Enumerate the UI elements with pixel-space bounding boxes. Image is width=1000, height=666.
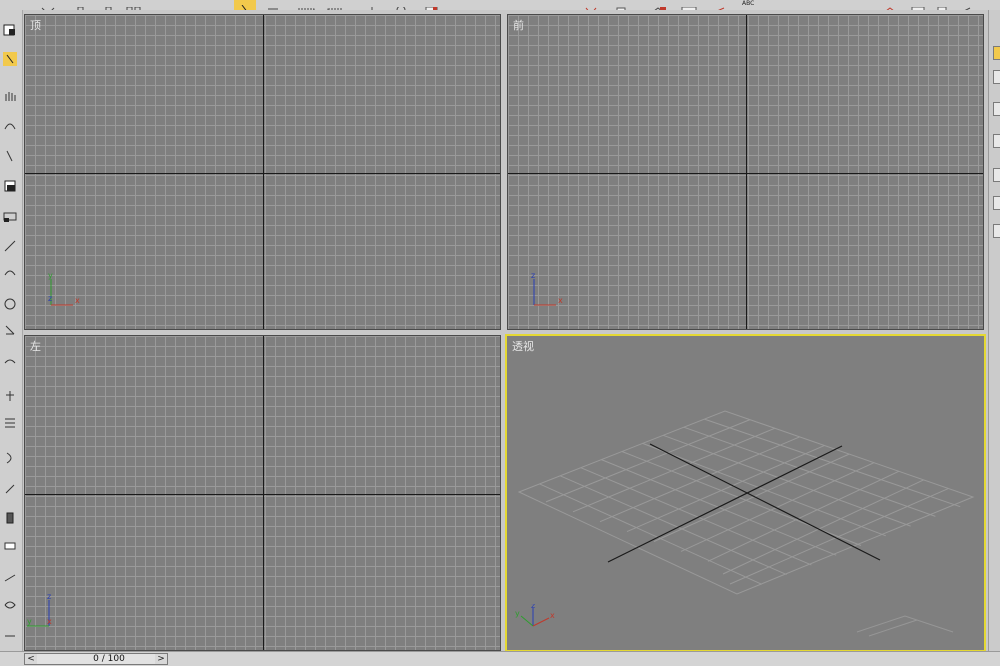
- smooth-icon[interactable]: [3, 596, 17, 609]
- helper-icon[interactable]: [3, 264, 17, 276]
- gizmo-z-label: z: [48, 294, 52, 303]
- scale-icon[interactable]: [424, 0, 440, 10]
- panel-tab-4[interactable]: [993, 134, 1000, 148]
- time-slider-frame[interactable]: 0 / 100: [61, 654, 157, 664]
- viewport-front[interactable]: 前 z x: [507, 14, 984, 330]
- axis-tripod: z x: [531, 271, 563, 306]
- gizmo-z-label: z: [531, 271, 535, 280]
- rotate-icon[interactable]: [394, 0, 408, 10]
- align-icon[interactable]: [614, 0, 628, 10]
- panel-tab-5[interactable]: [993, 168, 1000, 182]
- panel-tab-2[interactable]: [993, 70, 1000, 84]
- gizmo-x-label: x: [75, 296, 80, 305]
- pencil-icon[interactable]: [3, 510, 17, 524]
- left-tool-column: [0, 10, 23, 651]
- time-slider-next-button[interactable]: >: [155, 654, 167, 664]
- viewport-left[interactable]: 左 z y x: [24, 335, 501, 651]
- eraser-icon[interactable]: [3, 538, 17, 550]
- home-grid-y-axis: [263, 15, 264, 329]
- viewport-perspective[interactable]: 透视 z x y: [505, 334, 986, 652]
- command-panel-edge: [988, 10, 1000, 651]
- viewport-label-top[interactable]: 顶: [30, 17, 41, 33]
- utilities-icon[interactable]: [3, 450, 17, 464]
- box-icon[interactable]: [3, 22, 17, 36]
- gizmo-y-label: y: [27, 617, 32, 626]
- perspective-home-grid: [517, 410, 975, 637]
- gizmo-z-label: z: [47, 592, 51, 601]
- panel-tab-1[interactable]: [993, 46, 1000, 60]
- gizmo-y-label: y: [48, 271, 53, 280]
- panel-tab-7[interactable]: [993, 224, 1000, 238]
- move-icon[interactable]: [366, 0, 378, 10]
- display-icon[interactable]: [3, 414, 17, 428]
- link-icon[interactable]: [76, 0, 86, 10]
- light-icon[interactable]: [3, 238, 17, 252]
- hierarchy-icon[interactable]: [3, 354, 17, 366]
- toolbar-text-badge: ABC: [742, 0, 755, 7]
- gizmo-y-label: y: [515, 609, 520, 618]
- wrench-icon[interactable]: [3, 480, 17, 494]
- status-bar: < 0 / 100 >: [0, 651, 1000, 666]
- panel-tab-3[interactable]: [993, 102, 1000, 116]
- hand-icon[interactable]: [3, 88, 17, 101]
- mirror-icon[interactable]: [584, 0, 598, 10]
- bind-icon[interactable]: [126, 0, 142, 10]
- gizmo-x-label: x: [47, 617, 52, 626]
- render-setup-icon[interactable]: [880, 0, 900, 10]
- paint-icon[interactable]: [3, 570, 17, 582]
- render-frame-icon[interactable]: [908, 0, 928, 10]
- home-grid-z-axis: [263, 336, 264, 650]
- layer-icon[interactable]: [648, 0, 670, 10]
- select-by-name-icon[interactable]: [266, 0, 288, 10]
- brush-icon[interactable]: [3, 148, 17, 162]
- viewport-top[interactable]: 顶 y x z: [24, 14, 501, 330]
- relax-icon[interactable]: [3, 628, 17, 640]
- gizmo-x-label: x: [558, 296, 563, 305]
- window-crossing-icon[interactable]: [326, 0, 346, 10]
- time-slider[interactable]: < 0 / 100 >: [24, 653, 168, 665]
- axis-tripod: z y x: [27, 592, 52, 627]
- gear-icon[interactable]: [3, 296, 17, 310]
- viewport-label-left[interactable]: 左: [30, 338, 41, 354]
- panel-tab-6[interactable]: [993, 196, 1000, 210]
- schematic-icon[interactable]: [708, 0, 728, 10]
- undo-icon[interactable]: [40, 0, 56, 10]
- camera-icon[interactable]: [3, 208, 17, 222]
- viewport-label-front[interactable]: 前: [513, 17, 524, 33]
- modifier-icon[interactable]: [3, 322, 17, 335]
- quick-render-icon[interactable]: [956, 0, 974, 10]
- main-toolbar: ABC: [0, 0, 1000, 10]
- gizmo-x-label: x: [550, 611, 555, 620]
- select-tool-icon[interactable]: [3, 52, 17, 66]
- paint-bucket-icon[interactable]: [3, 178, 17, 192]
- motion-icon[interactable]: [3, 388, 17, 401]
- time-slider-prev-button[interactable]: <: [25, 654, 37, 664]
- axis-tripod: y x z: [48, 271, 80, 306]
- select-region-icon[interactable]: [296, 0, 318, 10]
- unlink-icon[interactable]: [104, 0, 114, 10]
- gizmo-z-label: z: [531, 604, 535, 610]
- material-editor-icon[interactable]: ABC: [740, 0, 764, 8]
- spline-icon[interactable]: [3, 118, 17, 130]
- home-grid-z-axis: [746, 15, 747, 329]
- select-icon[interactable]: [234, 0, 256, 10]
- axis-tripod: z x y: [515, 604, 555, 627]
- render-icon[interactable]: [936, 0, 948, 10]
- curve-editor-icon[interactable]: [680, 0, 700, 10]
